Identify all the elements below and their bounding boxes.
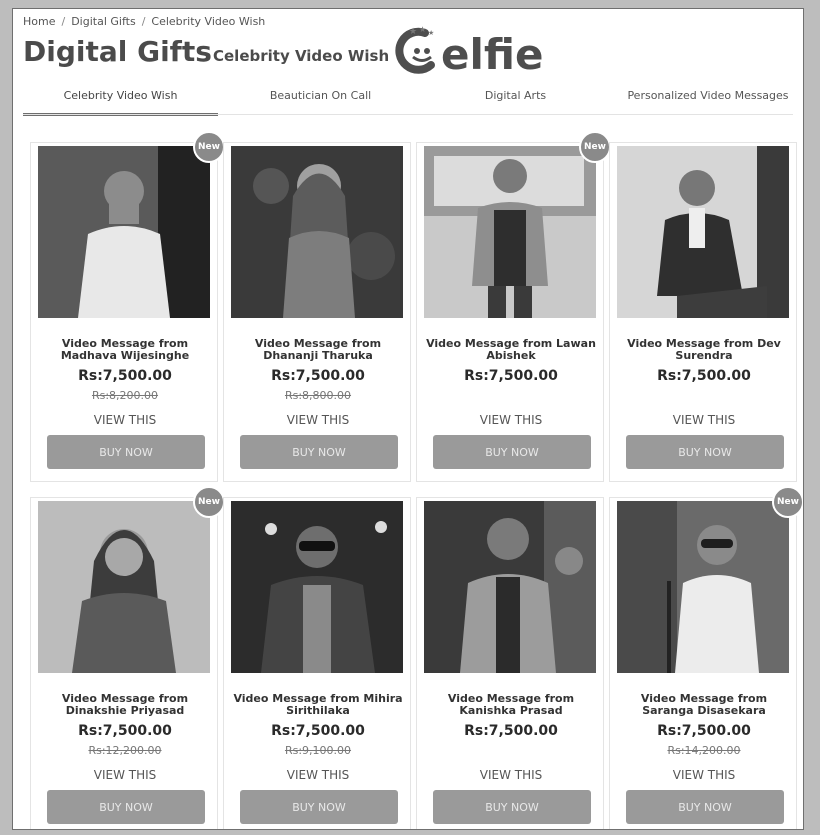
buy-now-button[interactable]: BUY NOW <box>240 435 398 469</box>
category-tabs: Celebrity Video Wish Beautician On Call … <box>23 83 793 116</box>
page-frame: Home / Digital Gifts / Celebrity Video Wish … <box>12 8 804 830</box>
product-photo[interactable] <box>617 146 789 318</box>
product-name[interactable]: Video Message from Kanishka Prasad <box>423 693 599 717</box>
product-card: New Video Message from Saranga Disasekar… <box>609 486 803 829</box>
tab-personalized-video-messages[interactable]: Personalized Video Messages <box>613 83 803 113</box>
new-badge: New <box>772 486 803 518</box>
product-name[interactable]: Video Message from Madhava Wijesinghe <box>37 338 213 362</box>
product-card: New Video Message from Madhava Wijesingh… <box>30 131 225 482</box>
new-badge: New <box>193 131 225 163</box>
svg-text:★: ★ <box>419 25 426 34</box>
page-title: Digital Gifts <box>23 35 212 68</box>
product-photo[interactable] <box>38 146 210 318</box>
product-card: New Video Message from Lawan Abishek Rs:… <box>416 131 611 482</box>
breadcrumb: Home / Digital Gifts / Celebrity Video Wish <box>23 15 265 28</box>
breadcrumb-separator: / <box>141 15 146 28</box>
new-badge: New <box>579 131 611 163</box>
breadcrumb-digital-gifts[interactable]: Digital Gifts <box>71 15 135 28</box>
product-price: Rs:7,500.00 <box>464 368 558 384</box>
buy-now-button[interactable]: BUY NOW <box>433 790 591 824</box>
tab-beautician-on-call[interactable]: Beautician On Call <box>223 83 418 113</box>
svg-text:★: ★ <box>409 27 417 37</box>
product-old-price: Rs:14,200.00 <box>667 744 741 757</box>
buy-now-button[interactable]: BUY NOW <box>240 790 398 824</box>
product-price: Rs:7,500.00 <box>271 368 365 384</box>
breadcrumb-separator: / <box>61 15 66 28</box>
buy-now-button[interactable]: BUY NOW <box>47 435 205 469</box>
product-price: Rs:7,500.00 <box>78 723 172 739</box>
product-card: Video Message from Dhananji Tharuka Rs:7… <box>223 142 411 482</box>
buy-now-button[interactable]: BUY NOW <box>433 435 591 469</box>
product-price: Rs:7,500.00 <box>271 723 365 739</box>
product-name[interactable]: Video Message from Dev Surendra <box>616 338 792 362</box>
product-photo[interactable] <box>231 146 403 318</box>
breadcrumb-current: Celebrity Video Wish <box>151 15 266 28</box>
product-old-price: Rs:8,200.00 <box>91 389 159 402</box>
buy-now-button[interactable]: BUY NOW <box>47 790 205 824</box>
tab-digital-arts[interactable]: Digital Arts <box>418 83 613 113</box>
view-this-link[interactable]: VIEW THIS <box>417 413 605 427</box>
view-this-link[interactable]: VIEW THIS <box>31 413 219 427</box>
logo-text: elfie <box>441 30 544 75</box>
view-this-link[interactable]: VIEW THIS <box>224 768 412 782</box>
product-price: Rs:7,500.00 <box>657 723 751 739</box>
view-this-link[interactable]: VIEW THIS <box>610 413 798 427</box>
product-photo[interactable] <box>617 501 789 673</box>
product-name[interactable]: Video Message from Dinakshie Priyasad <box>37 693 213 717</box>
product-name[interactable]: Video Message from Saranga Disasekara <box>616 693 792 717</box>
page-subtitle: Celebrity Video Wish <box>213 47 390 65</box>
product-name[interactable]: Video Message from Dhananji Tharuka <box>230 338 406 362</box>
product-name[interactable]: Video Message from Lawan Abishek <box>423 338 599 362</box>
view-this-link[interactable]: VIEW THIS <box>31 768 219 782</box>
breadcrumb-home[interactable]: Home <box>23 15 55 28</box>
product-card: Video Message from Dev Surendra Rs:7,500… <box>609 142 797 482</box>
product-card: Video Message from Kanishka Prasad Rs:7,… <box>416 497 605 829</box>
product-old-price: Rs:9,100.00 <box>284 744 352 757</box>
product-price: Rs:7,500.00 <box>657 368 751 384</box>
product-card: Video Message from Mihira Sirithilaka Rs… <box>223 497 412 829</box>
buy-now-button[interactable]: BUY NOW <box>626 790 784 824</box>
svg-text:★: ★ <box>428 29 434 37</box>
product-photo[interactable] <box>231 501 403 673</box>
tabs-divider <box>23 114 793 115</box>
celfie-logo[interactable]: ★ ★ ★ elfie <box>395 25 575 75</box>
product-photo[interactable] <box>38 501 210 673</box>
product-old-price: Rs:12,200.00 <box>88 744 162 757</box>
view-this-link[interactable]: VIEW THIS <box>224 413 412 427</box>
view-this-link[interactable]: VIEW THIS <box>610 768 798 782</box>
product-price: Rs:7,500.00 <box>464 723 558 739</box>
view-this-link[interactable]: VIEW THIS <box>417 768 605 782</box>
tab-celebrity-video-wish[interactable]: Celebrity Video Wish <box>23 83 218 116</box>
buy-now-button[interactable]: BUY NOW <box>626 435 784 469</box>
product-old-price: Rs:8,800.00 <box>284 389 352 402</box>
product-card: New Video Message from Dinakshie Priyasa… <box>30 486 225 829</box>
new-badge: New <box>193 486 225 518</box>
product-name[interactable]: Video Message from Mihira Sirithilaka <box>230 693 406 717</box>
product-photo[interactable] <box>424 146 596 318</box>
product-price: Rs:7,500.00 <box>78 368 172 384</box>
product-photo[interactable] <box>424 501 596 673</box>
